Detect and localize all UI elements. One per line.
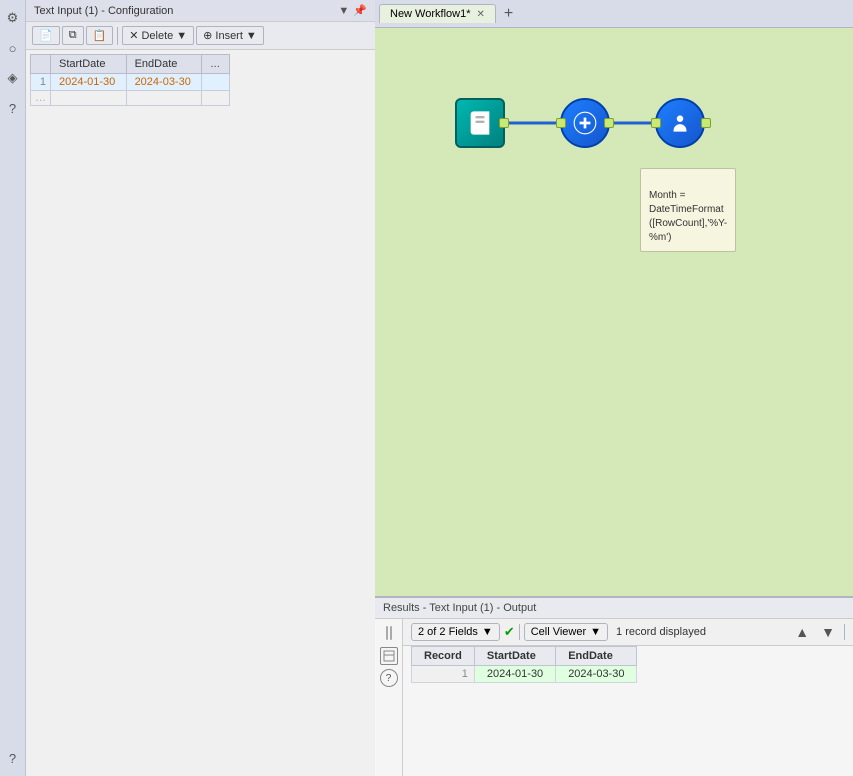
res-enddate-col-header[interactable]: EndDate (556, 647, 637, 666)
formula-node-body[interactable] (560, 98, 610, 148)
separator-1 (117, 27, 118, 45)
workflow-tab[interactable]: New Workflow1* ✕ (379, 4, 496, 23)
help-icon[interactable]: ? (3, 98, 23, 118)
config-data-grid-container: StartDate EndDate … 1 2024-01-30 2024-03… (26, 50, 375, 776)
viewer-label: Cell Viewer (531, 626, 586, 638)
delete-icon: ✕ (129, 29, 138, 42)
nav-down-btn[interactable]: ▼ (818, 623, 838, 641)
viewer-dropdown-btn[interactable]: Cell Viewer ▼ (524, 623, 608, 641)
results-side-icons: ? (375, 619, 403, 776)
output-node[interactable] (655, 98, 705, 148)
results-data-table: Record StartDate EndDate 1 2024-01-30 20… (411, 646, 637, 683)
new-btn[interactable]: 📄 (32, 26, 60, 45)
viewer-dropdown-arrow: ▼ (590, 626, 601, 638)
output-input-connector (651, 118, 661, 128)
formula-node[interactable] (560, 98, 610, 148)
enddate-col-header[interactable]: EndDate (126, 55, 202, 74)
toolbar-sep (519, 624, 520, 640)
config-title: Text Input (1) - Configuration (34, 5, 173, 17)
formula-output-connector (604, 118, 614, 128)
insert-icon: ⊕ (203, 29, 212, 42)
workflow-tab-label: New Workflow1* (390, 8, 471, 20)
input-node-body[interactable] (455, 98, 505, 148)
config-toolbar: 📄 ⧉ 📋 ✕ Delete ▼ ⊕ Insert ▼ (26, 22, 375, 50)
add-tab-btn[interactable]: + (498, 5, 519, 23)
res-enddate-cell[interactable]: 2024-03-30 (556, 666, 637, 683)
results-content: ? 2 of 2 Fields ▼ ✔ Cell Viewer ▼ (375, 619, 853, 776)
record-col-header[interactable]: Record (412, 647, 475, 666)
res-startdate-col-header[interactable]: StartDate (474, 647, 555, 666)
enddate-cell-1[interactable]: 2024-03-30 (126, 74, 202, 91)
delete-dropdown-icon[interactable]: ▼ (176, 30, 187, 42)
more-col-header[interactable]: … (202, 55, 230, 74)
tag-icon[interactable]: ◈ (3, 68, 23, 88)
paste-icon: 📋 (93, 29, 107, 42)
delete-btn[interactable]: ✕ Delete ▼ (122, 26, 194, 45)
insert-btn[interactable]: ⊕ Insert ▼ (196, 26, 264, 45)
config-header-controls: ▼ 📌 (338, 4, 367, 17)
new-icon: 📄 (39, 29, 53, 42)
results-grid-wrapper: Record StartDate EndDate 1 2024-01-30 20… (403, 646, 853, 776)
copy-btn[interactable]: ⧉ (62, 26, 84, 45)
canvas-svg (375, 28, 853, 596)
startdate-cell-1[interactable]: 2024-01-30 (51, 74, 127, 91)
left-panel: ⚙ ○ ◈ ? ? Text Input (1) - Configuration… (0, 0, 375, 776)
startdate-col-header[interactable]: StartDate (51, 55, 127, 74)
res-row-num: 1 (412, 666, 475, 683)
results-header: Results - Text Input (1) - Output (375, 598, 853, 619)
config-header: Text Input (1) - Configuration ▼ 📌 (26, 0, 375, 22)
help-circle-icon[interactable]: ? (380, 669, 398, 687)
results-table-row[interactable]: 1 2024-01-30 2024-03-30 (412, 666, 637, 683)
table-row-empty: … (31, 91, 230, 106)
right-panel: New Workflow1* ✕ + (375, 0, 853, 776)
table-row[interactable]: 1 2024-01-30 2024-03-30 (31, 74, 230, 91)
output-node-body[interactable] (655, 98, 705, 148)
fields-label: 2 of 2 Fields (418, 626, 478, 638)
fields-dropdown-btn[interactable]: 2 of 2 Fields ▼ (411, 623, 500, 641)
input-output-connector (499, 118, 509, 128)
more-empty (202, 91, 230, 106)
results-main: 2 of 2 Fields ▼ ✔ Cell Viewer ▼ 1 record… (403, 619, 853, 776)
tab-close-btn[interactable]: ✕ (477, 9, 485, 20)
workflow-canvas[interactable]: Month = DateTimeFormat ([RowCount],'%Y- … (375, 28, 853, 596)
collapse-icon[interactable]: ▼ (338, 5, 349, 17)
row-num-col-header (31, 55, 51, 74)
startdate-empty (51, 91, 127, 106)
input-node[interactable] (455, 98, 505, 148)
config-header-title-group: Text Input (1) - Configuration (34, 5, 173, 17)
nav-up-btn[interactable]: ▲ (792, 623, 812, 641)
left-main: Text Input (1) - Configuration ▼ 📌 📄 ⧉ 📋… (26, 0, 375, 776)
config-data-table: StartDate EndDate … 1 2024-01-30 2024-03… (30, 54, 230, 106)
copy-icon: ⧉ (69, 29, 77, 42)
pin-icon[interactable]: 📌 (353, 4, 367, 17)
more-cell-1 (202, 74, 230, 91)
circle-icon[interactable]: ○ (3, 38, 23, 58)
record-count: 1 record displayed (616, 626, 706, 638)
formula-input-connector (556, 118, 566, 128)
results-header-text: Results - Text Input (1) - Output (383, 602, 536, 614)
enddate-empty (126, 91, 202, 106)
left-icons-bar: ⚙ ○ ◈ ? ? (0, 0, 26, 776)
results-toolbar: 2 of 2 Fields ▼ ✔ Cell Viewer ▼ 1 record… (403, 619, 853, 646)
paste-btn[interactable]: 📋 (86, 26, 114, 45)
output-right-connector (701, 118, 711, 128)
row-num-1: 1 (31, 74, 51, 91)
results-toolbar-left: 2 of 2 Fields ▼ ✔ Cell Viewer ▼ 1 record… (411, 623, 706, 641)
row-num-empty: … (31, 91, 51, 106)
fields-dropdown-arrow: ▼ (482, 626, 493, 638)
drag-handle[interactable] (384, 623, 394, 643)
results-panel: Results - Text Input (1) - Output ? (375, 596, 853, 776)
insert-dropdown-icon[interactable]: ▼ (246, 30, 257, 42)
res-startdate-cell[interactable]: 2024-01-30 (474, 666, 555, 683)
check-icon: ✔ (504, 624, 515, 640)
formula-tooltip-text: Month = DateTimeFormat ([RowCount],'%Y- … (649, 190, 727, 243)
toolbar-sep2 (844, 624, 845, 640)
settings-icon[interactable]: ⚙ (3, 8, 23, 28)
tab-bar: New Workflow1* ✕ + (375, 0, 853, 28)
formula-tooltip: Month = DateTimeFormat ([RowCount],'%Y- … (640, 168, 736, 252)
help2-icon[interactable]: ? (3, 748, 23, 768)
row-selector-icon[interactable] (380, 647, 398, 665)
